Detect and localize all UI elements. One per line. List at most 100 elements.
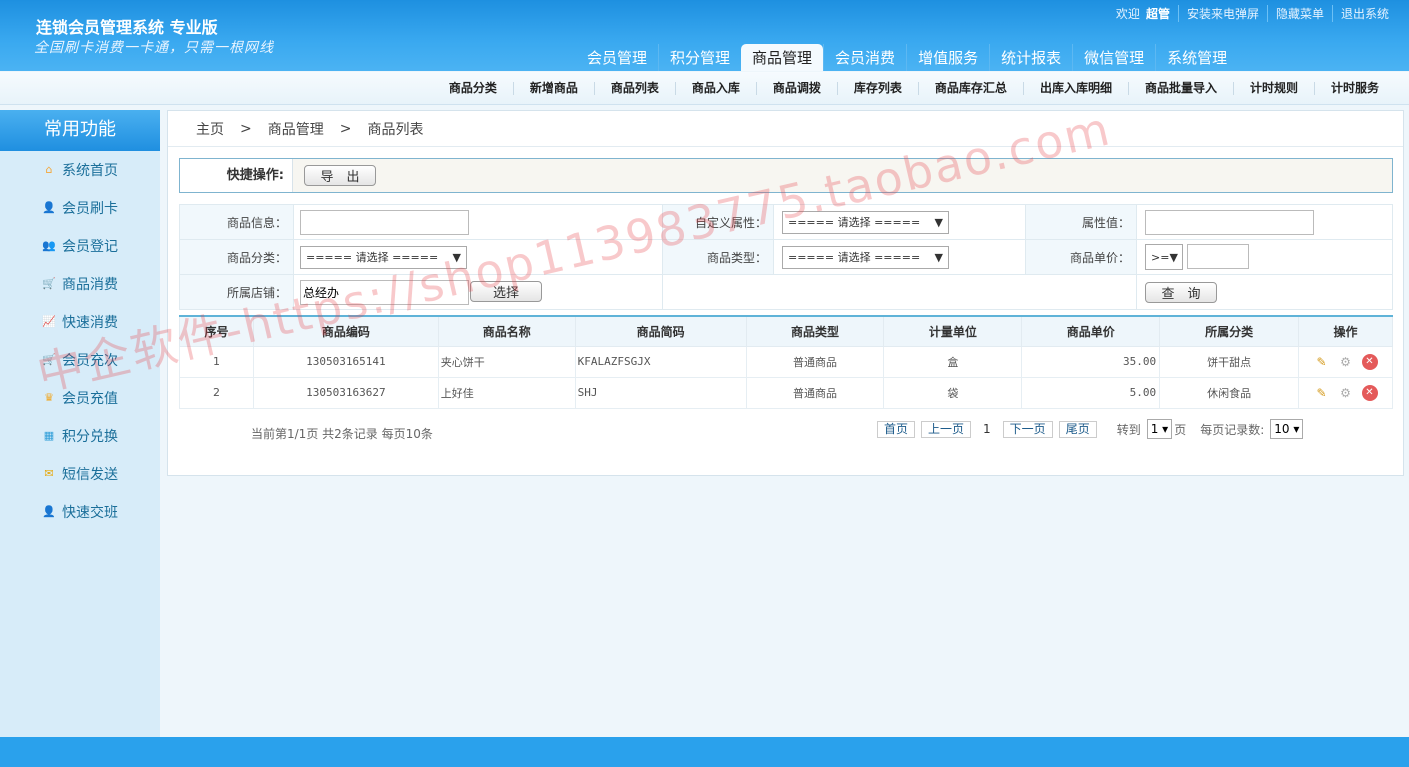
sidebar-item[interactable]: 👥 会员登记: [0, 227, 160, 265]
user-name: 超管: [1145, 7, 1170, 21]
sidebar-item[interactable]: 👤 快速交班: [0, 493, 160, 531]
delete-icon[interactable]: ✕: [1361, 353, 1378, 370]
column-header: 商品类型: [745, 315, 885, 347]
subnav-item[interactable]: 库存列表: [836, 81, 918, 95]
goods-type-select[interactable]: ===== 请选择 ===== ▼: [782, 245, 949, 269]
hide-menu-link[interactable]: 隐藏菜单: [1266, 5, 1332, 22]
edit-icon[interactable]: ✎: [1314, 354, 1330, 370]
table-cell: 130503165141: [252, 345, 439, 378]
nav-tab[interactable]: 积分管理: [658, 44, 741, 71]
goods-info-label: 商品信息：: [179, 204, 294, 240]
sidebar-item[interactable]: 📈 快速消费: [0, 303, 160, 341]
nav-tab[interactable]: 系统管理: [1155, 44, 1238, 71]
sidebar-item[interactable]: 👤 会员刷卡: [0, 189, 160, 227]
card-swipe-icon: 👤: [42, 201, 56, 214]
nav-tab[interactable]: 增值服务: [906, 44, 989, 71]
sidebar-item[interactable]: ♛ 会员充值: [0, 379, 160, 417]
current-page: 1: [983, 422, 991, 436]
nav-tab[interactable]: 会员管理: [576, 44, 658, 71]
goods-type-value: ===== 请选择 =====: [788, 251, 921, 264]
subnav-item[interactable]: 出库入库明细: [1022, 81, 1128, 95]
sidebar-item-label: 商品消费: [62, 277, 118, 293]
goods-category-select[interactable]: ===== 请选择 ===== ▼: [300, 245, 467, 269]
sidebar-item-label: 会员充次: [62, 353, 118, 369]
home-icon: ⌂: [45, 163, 53, 176]
app-title: 连锁会员管理系统 专业版: [36, 18, 218, 37]
user-handover-icon: 👤: [42, 505, 56, 518]
subnav-item[interactable]: 新增商品: [512, 81, 594, 95]
goods-category-value: ===== 请选择 =====: [306, 251, 439, 264]
first-page-button[interactable]: 首页: [877, 420, 916, 438]
attr-value-input[interactable]: [1145, 209, 1314, 235]
price-operator-value: >=: [1151, 250, 1170, 264]
cart-refill-icon: 🛒: [42, 353, 56, 366]
sidebar-item-label: 快速交班: [62, 505, 118, 521]
subnav-item[interactable]: 商品库存汇总: [917, 81, 1023, 95]
crown-icon: ♛: [44, 391, 54, 404]
subnav-item[interactable]: 商品分类: [433, 81, 513, 95]
sidebar-item[interactable]: ✉ 短信发送: [0, 455, 160, 493]
install-popup-link[interactable]: 安装来电弹屏: [1177, 5, 1267, 22]
welcome-text: 欢迎 超管: [1108, 5, 1178, 22]
column-header: 操作: [1298, 315, 1393, 347]
pagination: 当前第1/1页 共2条记录 每页10条 首页 上一页 1 下一页 尾页 转到 1…: [179, 419, 1393, 441]
breadcrumb-goods[interactable]: 商品管理: [268, 119, 324, 139]
edit-icon[interactable]: ✎: [1314, 385, 1330, 401]
sidebar-item[interactable]: 🛒 商品消费: [0, 265, 160, 303]
query-button[interactable]: 查 询: [1145, 281, 1217, 303]
chart-icon: 📈: [42, 315, 56, 328]
store-input[interactable]: [300, 279, 469, 305]
footer-bar: [0, 737, 1409, 767]
table-cell: 2: [179, 376, 254, 409]
sidebar-item[interactable]: 🛒 会员充次: [0, 341, 160, 379]
users-icon: 👥: [42, 239, 56, 252]
breadcrumb: 主页 > 商品管理 > 商品列表: [168, 111, 1403, 147]
prev-page-button[interactable]: 上一页: [921, 420, 972, 438]
sidebar-item-label: 积分兑换: [62, 429, 118, 445]
settings-icon[interactable]: ⚙: [1338, 385, 1354, 401]
unit-price-input[interactable]: [1186, 244, 1249, 269]
sidebar-title: 常用功能: [0, 110, 160, 151]
subnav-item[interactable]: 商品入库: [674, 81, 756, 95]
sidebar-item-label: 会员充值: [62, 391, 118, 407]
sidebar-item[interactable]: ▦ 积分兑换: [0, 417, 160, 455]
table-cell: 普通商品: [745, 376, 885, 409]
delete-icon[interactable]: ✕: [1361, 384, 1378, 401]
subnav-item[interactable]: 商品批量导入: [1127, 81, 1233, 95]
subnav-item[interactable]: 计时服务: [1313, 81, 1395, 95]
column-header: 计量单位: [883, 315, 1023, 347]
subnav-item[interactable]: 计时规则: [1232, 81, 1314, 95]
table-cell: 夹心饼干: [437, 345, 576, 378]
sidebar-item[interactable]: ⌂ 系统首页: [0, 151, 160, 189]
quick-actions-label: 快捷操作:: [180, 159, 293, 192]
subnav-item[interactable]: 商品调拨: [755, 81, 837, 95]
custom-attr-select[interactable]: ===== 请选择 ===== ▼: [782, 210, 949, 234]
nav-tab[interactable]: 统计报表: [989, 44, 1072, 71]
subnav-item[interactable]: 商品列表: [593, 81, 675, 95]
choose-store-button[interactable]: 选择: [470, 280, 542, 302]
table-cell: SHJ: [574, 376, 747, 409]
next-page-button[interactable]: 下一页: [1002, 420, 1053, 438]
nav-tab[interactable]: 商品管理: [741, 44, 824, 71]
goods-info-input[interactable]: [300, 209, 469, 235]
last-page-button[interactable]: 尾页: [1058, 420, 1097, 438]
goto-label: 转到: [1116, 422, 1141, 437]
top-links: 欢迎 超管 安装来电弹屏 隐藏菜单 退出系统: [1108, 5, 1397, 22]
export-button[interactable]: 导 出: [304, 165, 376, 186]
dropdown-arrow-icon: ▼: [934, 215, 943, 229]
mail-icon: ✉: [44, 467, 54, 480]
nav-tab[interactable]: 会员消费: [823, 44, 906, 71]
sidebar-item-label: 会员登记: [62, 239, 118, 255]
page-info: 当前第1/1页 共2条记录 每页10条: [251, 427, 433, 441]
column-header: 商品简码: [574, 315, 747, 347]
price-operator-select[interactable]: >= ▼: [1145, 244, 1183, 270]
settings-icon[interactable]: ⚙: [1338, 354, 1354, 370]
goto-page-select[interactable]: 1 ▾: [1146, 419, 1173, 439]
custom-attr-label: 自定义属性：: [662, 204, 774, 240]
custom-attr-value: ===== 请选择 =====: [788, 216, 921, 229]
per-page-select[interactable]: 10 ▾: [1270, 419, 1304, 439]
logout-link[interactable]: 退出系统: [1331, 5, 1397, 22]
breadcrumb-separator: >: [240, 120, 252, 137]
breadcrumb-home[interactable]: 主页: [196, 119, 224, 139]
nav-tab[interactable]: 微信管理: [1072, 44, 1155, 71]
